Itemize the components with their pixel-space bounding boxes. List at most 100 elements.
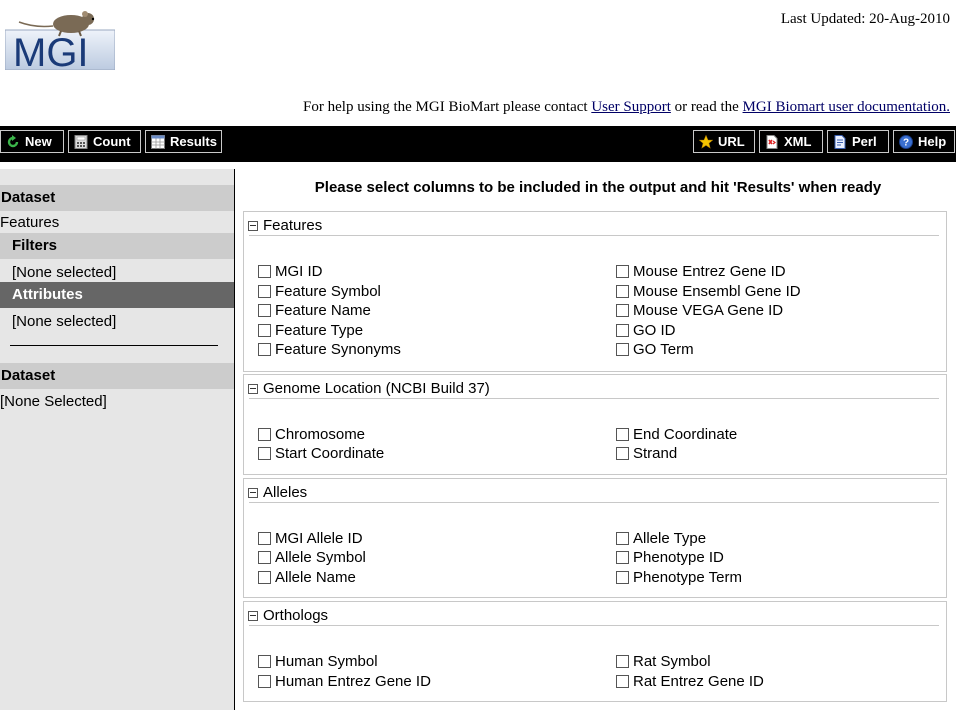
attribute-checkbox[interactable]: Mouse Entrez Gene ID [616,263,786,280]
attribute-checkbox[interactable]: Mouse Ensembl Gene ID [616,283,801,300]
collapse-icon[interactable] [248,220,258,231]
checkbox[interactable] [258,265,271,278]
attribute-checkbox[interactable]: Allele Symbol [258,549,366,566]
url-button[interactable]: URL [693,130,755,153]
checkbox[interactable] [258,571,271,584]
attribute-checkbox[interactable]: End Coordinate [616,426,737,443]
group-divider [249,398,939,399]
attribute-checkbox[interactable]: Feature Name [258,302,371,319]
attribute-checkbox[interactable]: MGI Allele ID [258,530,363,547]
attribute-checkbox[interactable]: Mouse VEGA Gene ID [616,302,783,319]
user-support-link[interactable]: User Support [591,99,671,115]
attribute-checkbox[interactable]: Phenotype Term [616,569,742,586]
attribute-label: Rat Entrez Gene ID [633,673,764,690]
attribute-checkbox[interactable]: Chromosome [258,426,365,443]
checkbox[interactable] [258,428,271,441]
sidebar-filters-value: [None selected] [12,264,117,281]
attribute-checkbox[interactable]: Start Coordinate [258,445,384,462]
green-refresh-icon [7,134,19,147]
sidebar-dataset2-heading[interactable]: Dataset [0,363,234,389]
checkbox[interactable] [616,532,629,545]
count-button-label: Count [93,134,131,149]
group-divider [249,502,939,503]
attribute-label: Feature Symbol [275,283,381,300]
count-button[interactable]: Count [68,130,141,153]
sidebar-filters-heading[interactable]: Filters [0,233,234,259]
sidebar-dataset-value[interactable]: Features [0,214,59,231]
checkbox[interactable] [616,428,629,441]
attribute-checkbox[interactable]: Human Symbol [258,653,378,670]
checkbox[interactable] [258,551,271,564]
table-icon [151,134,165,149]
sidebar-divider [10,345,218,346]
attribute-checkbox[interactable]: Feature Symbol [258,283,381,300]
checkbox[interactable] [258,285,271,298]
attribute-label: Start Coordinate [275,445,385,462]
sidebar-attributes-heading[interactable]: Attributes [0,282,234,308]
help-button[interactable]: ? Help [893,130,955,153]
documentation-link[interactable]: MGI Biomart user documentation. [743,99,950,115]
checkbox[interactable] [258,343,271,356]
attribute-checkbox[interactable]: Rat Symbol [616,653,711,670]
checkbox[interactable] [616,285,629,298]
attribute-checkbox[interactable]: GO ID [616,322,676,339]
sidebar-dataset-heading[interactable]: Dataset [0,185,234,211]
group-divider [249,625,939,626]
checkbox[interactable] [258,324,271,337]
attribute-group-alleles: Alleles MGI Allele ID Allele Symbol Alle… [243,478,947,598]
attribute-checkbox[interactable]: Rat Entrez Gene ID [616,673,764,690]
group-title[interactable]: Alleles [248,484,307,501]
collapse-icon[interactable] [248,610,258,621]
attribute-label: Phenotype Term [633,569,742,586]
attribute-label: Chromosome [275,426,366,443]
checkbox[interactable] [616,571,629,584]
checkbox[interactable] [616,304,629,317]
attribute-checkbox[interactable]: Allele Type [616,530,706,547]
attribute-group-features: Features MGI ID Feature Symbol Feature N… [243,211,947,372]
checkbox[interactable] [616,265,629,278]
attribute-checkbox[interactable]: Strand [616,445,677,462]
checkbox[interactable] [258,304,271,317]
checkbox[interactable] [616,655,629,668]
attribute-checkbox[interactable]: GO Term [616,341,694,358]
url-button-label: URL [718,134,745,149]
toolbar: New Count Results URL XML Perl ? Help [0,126,956,162]
attribute-checkbox[interactable]: Feature Synonyms [258,341,401,358]
checkbox[interactable] [258,532,271,545]
attribute-label: Feature Type [275,322,364,339]
group-title[interactable]: Orthologs [248,607,328,624]
checkbox[interactable] [258,447,271,460]
checkbox[interactable] [258,655,271,668]
perl-button[interactable]: Perl [827,130,889,153]
group-title[interactable]: Features [248,217,322,234]
checkbox[interactable] [616,343,629,356]
checkbox[interactable] [616,447,629,460]
checkbox[interactable] [616,324,629,337]
new-button[interactable]: New [0,130,64,153]
xml-button[interactable]: XML [759,130,823,153]
checkbox[interactable] [258,675,271,688]
attribute-label: Human Entrez Gene ID [275,673,431,690]
mgi-logo[interactable]: MGI [4,10,116,75]
checkbox[interactable] [616,551,629,564]
results-button[interactable]: Results [145,130,222,153]
attribute-label: Phenotype ID [633,549,724,566]
attribute-checkbox[interactable]: MGI ID [258,263,323,280]
sidebar-dataset2-value[interactable]: [None Selected] [0,393,107,410]
attribute-checkbox[interactable]: Feature Type [258,322,363,339]
collapse-icon[interactable] [248,487,258,498]
main-title: Please select columns to be included in … [314,179,882,196]
sidebar-attributes-value: [None selected] [12,313,117,330]
group-divider [249,235,939,236]
attribute-checkbox[interactable]: Human Entrez Gene ID [258,673,431,690]
group-title-label: Features [263,217,323,234]
group-title[interactable]: Genome Location (NCBI Build 37) [248,380,490,397]
attribute-checkbox[interactable]: Phenotype ID [616,549,724,566]
attribute-checkbox[interactable]: Allele Name [258,569,356,586]
checkbox[interactable] [616,675,629,688]
collapse-icon[interactable] [248,383,258,394]
help-circle-icon: ? [899,134,913,149]
new-button-label: New [25,134,52,149]
attribute-label: Feature Name [275,302,371,319]
attribute-label: Human Symbol [275,653,378,670]
